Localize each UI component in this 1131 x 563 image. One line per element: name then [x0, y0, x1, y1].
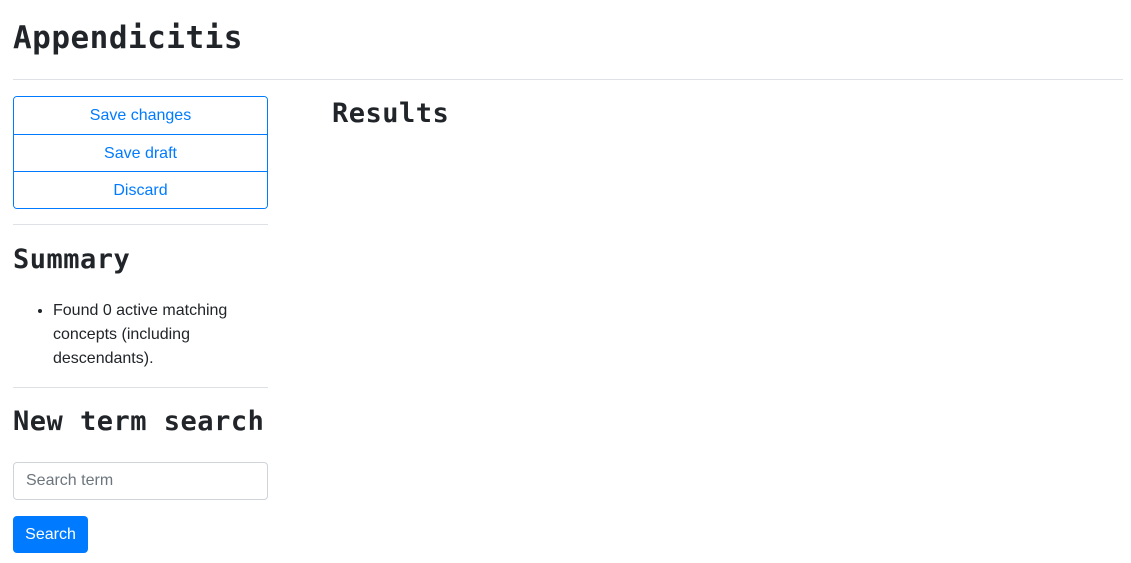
results-title: Results: [332, 98, 450, 129]
action-button-group: Save changes Save draft Discard: [13, 96, 268, 209]
summary-item: Found 0 active matching concepts (includ…: [53, 299, 268, 371]
save-changes-button[interactable]: Save changes: [14, 97, 267, 134]
save-draft-button[interactable]: Save draft: [14, 134, 267, 171]
header-divider: [13, 79, 1123, 80]
page-title: Appendicitis: [13, 20, 243, 56]
discard-button[interactable]: Discard: [14, 171, 267, 208]
sidebar: Save changes Save draft Discard Summary …: [13, 96, 268, 553]
summary-list: Found 0 active matching concepts (includ…: [13, 299, 268, 371]
search-button[interactable]: Search: [13, 516, 88, 553]
search-term-input[interactable]: [13, 462, 268, 500]
summary-title: Summary: [13, 244, 131, 275]
new-term-search-title: New term search: [13, 406, 265, 437]
search-divider: [13, 387, 268, 388]
summary-divider: [13, 224, 268, 225]
